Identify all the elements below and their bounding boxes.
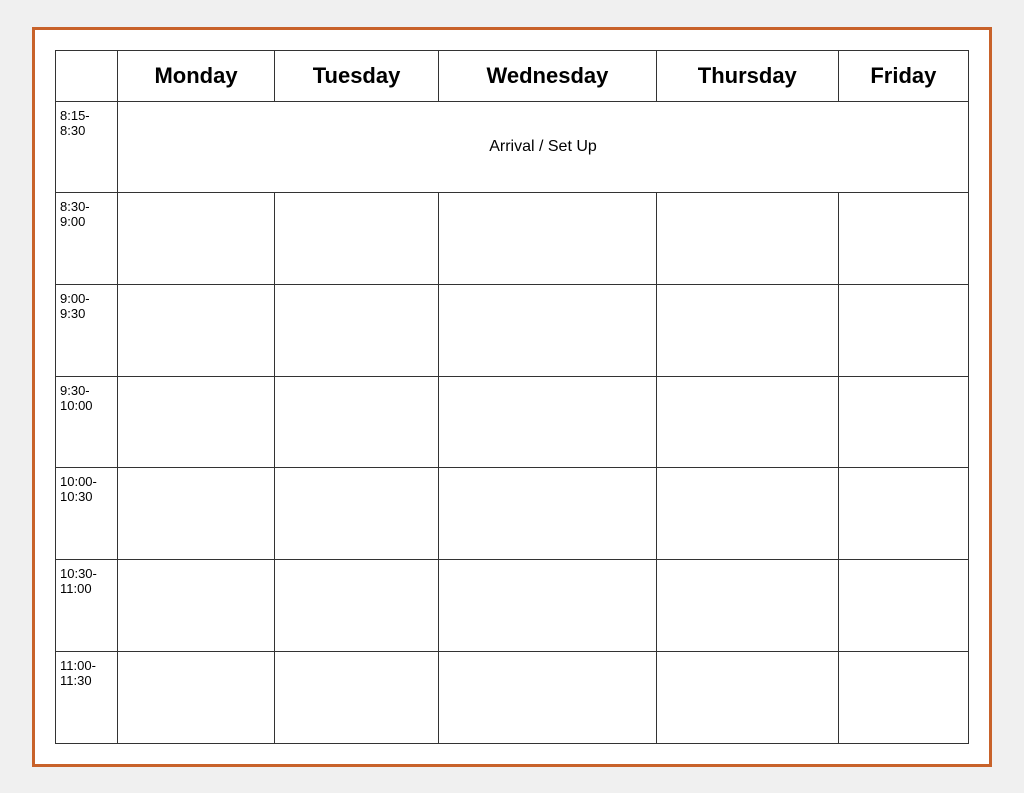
time-cell: 8:15- 8:30: [56, 101, 118, 193]
table-row: 8:15- 8:30Arrival / Set Up: [56, 101, 969, 193]
header-wednesday: Wednesday: [439, 50, 657, 101]
schedule-cell[interactable]: [118, 376, 275, 468]
schedule-cell[interactable]: [838, 284, 968, 376]
arrival-cell: Arrival / Set Up: [118, 101, 969, 193]
header-monday: Monday: [118, 50, 275, 101]
table-row: 11:00- 11:30: [56, 651, 969, 743]
schedule-cell[interactable]: [439, 193, 657, 285]
table-row: 10:30- 11:00: [56, 560, 969, 652]
page-container: Monday Tuesday Wednesday Thursday Friday…: [32, 27, 992, 767]
table-row: 9:30- 10:00: [56, 376, 969, 468]
schedule-cell[interactable]: [838, 376, 968, 468]
schedule-cell[interactable]: [838, 468, 968, 560]
schedule-cell[interactable]: [838, 193, 968, 285]
schedule-cell[interactable]: [275, 376, 439, 468]
schedule-cell[interactable]: [275, 284, 439, 376]
schedule-cell[interactable]: [439, 376, 657, 468]
table-row: 8:30- 9:00: [56, 193, 969, 285]
schedule-cell[interactable]: [439, 468, 657, 560]
schedule-cell[interactable]: [656, 651, 838, 743]
table-row: 9:00- 9:30: [56, 284, 969, 376]
time-cell: 9:30- 10:00: [56, 376, 118, 468]
time-cell: 9:00- 9:30: [56, 284, 118, 376]
schedule-cell[interactable]: [439, 560, 657, 652]
schedule-cell[interactable]: [439, 284, 657, 376]
schedule-cell[interactable]: [656, 560, 838, 652]
time-cell: 10:00- 10:30: [56, 468, 118, 560]
schedule-cell[interactable]: [838, 560, 968, 652]
schedule-cell[interactable]: [656, 468, 838, 560]
schedule-cell[interactable]: [656, 284, 838, 376]
schedule-cell[interactable]: [656, 193, 838, 285]
schedule-cell[interactable]: [439, 651, 657, 743]
schedule-cell[interactable]: [275, 651, 439, 743]
schedule-cell[interactable]: [118, 284, 275, 376]
time-cell: 10:30- 11:00: [56, 560, 118, 652]
time-cell: 8:30- 9:00: [56, 193, 118, 285]
time-cell: 11:00- 11:30: [56, 651, 118, 743]
schedule-cell[interactable]: [118, 193, 275, 285]
schedule-cell[interactable]: [118, 651, 275, 743]
schedule-cell[interactable]: [656, 376, 838, 468]
schedule-cell[interactable]: [275, 193, 439, 285]
header-thursday: Thursday: [656, 50, 838, 101]
schedule-cell[interactable]: [275, 468, 439, 560]
calendar-table: Monday Tuesday Wednesday Thursday Friday…: [55, 50, 969, 744]
schedule-cell[interactable]: [118, 560, 275, 652]
schedule-cell[interactable]: [118, 468, 275, 560]
schedule-cell[interactable]: [838, 651, 968, 743]
schedule-cell[interactable]: [275, 560, 439, 652]
table-row: 10:00- 10:30: [56, 468, 969, 560]
header-row: Monday Tuesday Wednesday Thursday Friday: [56, 50, 969, 101]
header-friday: Friday: [838, 50, 968, 101]
header-tuesday: Tuesday: [275, 50, 439, 101]
time-col-header: [56, 50, 118, 101]
